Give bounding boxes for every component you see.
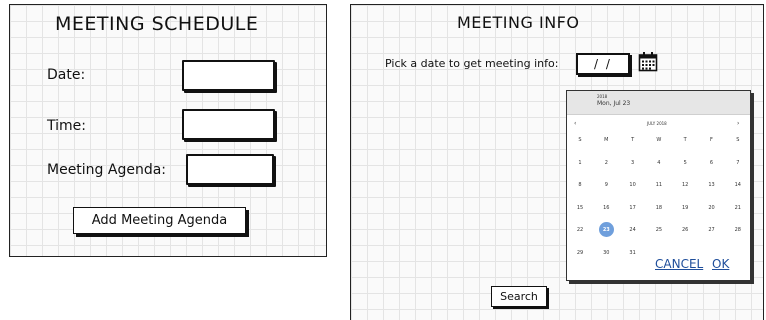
- weekday-header: T: [631, 137, 635, 143]
- schedule-title: MEETING SCHEDULE: [55, 13, 259, 35]
- calendar-day[interactable]: 27: [699, 227, 725, 233]
- calendar-day[interactable]: 17: [620, 205, 646, 211]
- calendar-day[interactable]: 15: [567, 205, 593, 211]
- calendar-day[interactable]: 2: [593, 160, 619, 166]
- calendar-day[interactable]: 6: [699, 160, 725, 166]
- calendar-day[interactable]: 10: [620, 182, 646, 188]
- calendar-day[interactable]: 7: [725, 160, 751, 166]
- weekday-header: F: [710, 137, 713, 143]
- meeting-info-panel: MEETING INFO Pick a date to get meeting …: [350, 4, 764, 320]
- add-meeting-agenda-button[interactable]: Add Meeting Agenda: [73, 207, 246, 234]
- agenda-label: Meeting Agenda:: [47, 162, 167, 178]
- calendar-day[interactable]: 4: [646, 160, 672, 166]
- ok-button[interactable]: OK: [712, 257, 729, 271]
- date-label: Date:: [47, 67, 86, 83]
- calendar-day[interactable]: 21: [725, 205, 751, 211]
- calendar-day[interactable]: 25: [646, 227, 672, 233]
- meeting-schedule-panel: MEETING SCHEDULE Date: Time: Meeting Age…: [9, 4, 327, 257]
- calendar-day[interactable]: 23: [593, 227, 619, 233]
- calendar-day[interactable]: 26: [672, 227, 698, 233]
- weekday-header: W: [656, 137, 662, 143]
- agenda-input[interactable]: [186, 154, 274, 185]
- weekday-header: S: [578, 137, 582, 143]
- calendar-day[interactable]: 19: [672, 205, 698, 211]
- calendar-icon[interactable]: [638, 51, 658, 72]
- calendar-day[interactable]: 1: [567, 160, 593, 166]
- calendar-grid: S M T W T F S 1 2 3 4 5 6 7 8 9 10 11 12 13 14 15 16 17 18 19 20 21…: [567, 91, 750, 280]
- weekday-header: T: [683, 137, 687, 143]
- calendar-day[interactable]: 8: [567, 182, 593, 188]
- search-button[interactable]: Search: [491, 286, 547, 307]
- calendar-day[interactable]: 30: [593, 250, 619, 256]
- calendar-day[interactable]: 20: [699, 205, 725, 211]
- date-picker-popup: 2018 Mon, Jul 23 ‹ JULY 2018 › SMTWTFS12…: [566, 90, 751, 281]
- calendar-day[interactable]: 24: [620, 227, 646, 233]
- calendar-day[interactable]: 28: [725, 227, 751, 233]
- weekday-header: M: [604, 137, 609, 143]
- date-picker-input[interactable]: / /: [576, 53, 630, 75]
- calendar-day[interactable]: 11: [646, 182, 672, 188]
- info-title: MEETING INFO: [457, 13, 580, 32]
- time-label: Time:: [47, 118, 86, 134]
- cancel-button[interactable]: CANCEL: [655, 257, 703, 271]
- calendar-day[interactable]: 5: [672, 160, 698, 166]
- calendar-day[interactable]: 29: [567, 250, 593, 256]
- calendar-day[interactable]: 12: [672, 182, 698, 188]
- calendar-day[interactable]: 31: [620, 250, 646, 256]
- calendar-day[interactable]: 22: [567, 227, 593, 233]
- calendar-day[interactable]: 16: [593, 205, 619, 211]
- pick-date-label: Pick a date to get meeting info:: [385, 57, 559, 70]
- calendar-day[interactable]: 18: [646, 205, 672, 211]
- calendar-day[interactable]: 13: [699, 182, 725, 188]
- calendar-day[interactable]: 9: [593, 182, 619, 188]
- date-input[interactable]: [182, 60, 275, 91]
- calendar-day[interactable]: 3: [620, 160, 646, 166]
- weekday-header: S: [736, 137, 740, 143]
- calendar-day[interactable]: 14: [725, 182, 751, 188]
- time-input[interactable]: [182, 109, 275, 140]
